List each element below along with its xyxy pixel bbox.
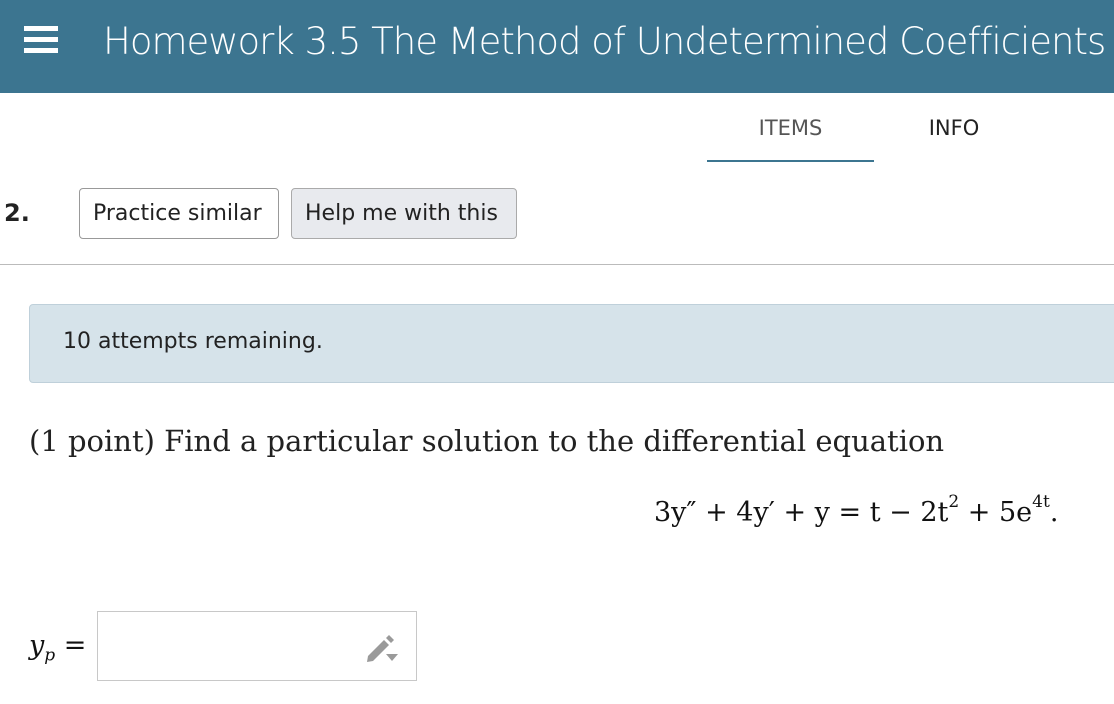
answer-label-var: y	[29, 630, 45, 661]
equation-exponent-2: 4t	[1032, 492, 1050, 512]
answer-label-eq: =	[55, 630, 87, 661]
pencil-dropdown-icon[interactable]	[364, 630, 400, 664]
equation-exponent-1: 2	[948, 492, 960, 512]
question-number: 2.	[4, 199, 30, 227]
section-divider	[0, 264, 1114, 265]
answer-label: yp =	[29, 630, 86, 665]
equation-lhs: 3y″ + 4y′ + y	[654, 497, 830, 528]
help-me-button[interactable]: Help me with this	[291, 188, 517, 239]
equation-end: .	[1049, 497, 1059, 528]
answer-label-sub: p	[44, 645, 56, 666]
problem-statement: (1 point) Find a particular solution to …	[29, 424, 945, 458]
practice-similar-button[interactable]: Practice similar	[79, 188, 279, 239]
page-title: Homework 3.5 The Method of Undetermined …	[103, 20, 1106, 63]
differential-equation: 3y″ + 4y′ + y = t − 2t2 + 5e4t.	[654, 492, 1059, 528]
attempts-text: 10 attempts remaining.	[63, 329, 323, 354]
equation-rhs-main: t − 2t	[869, 497, 949, 528]
attempts-banner: 10 attempts remaining.	[29, 304, 1114, 383]
app-header: Homework 3.5 The Method of Undetermined …	[0, 0, 1114, 93]
equation-rhs-tail: + 5e	[959, 497, 1033, 528]
tab-info[interactable]: INFO	[873, 116, 1035, 162]
hamburger-menu-icon[interactable]	[24, 24, 58, 56]
tab-items[interactable]: ITEMS	[707, 116, 874, 162]
